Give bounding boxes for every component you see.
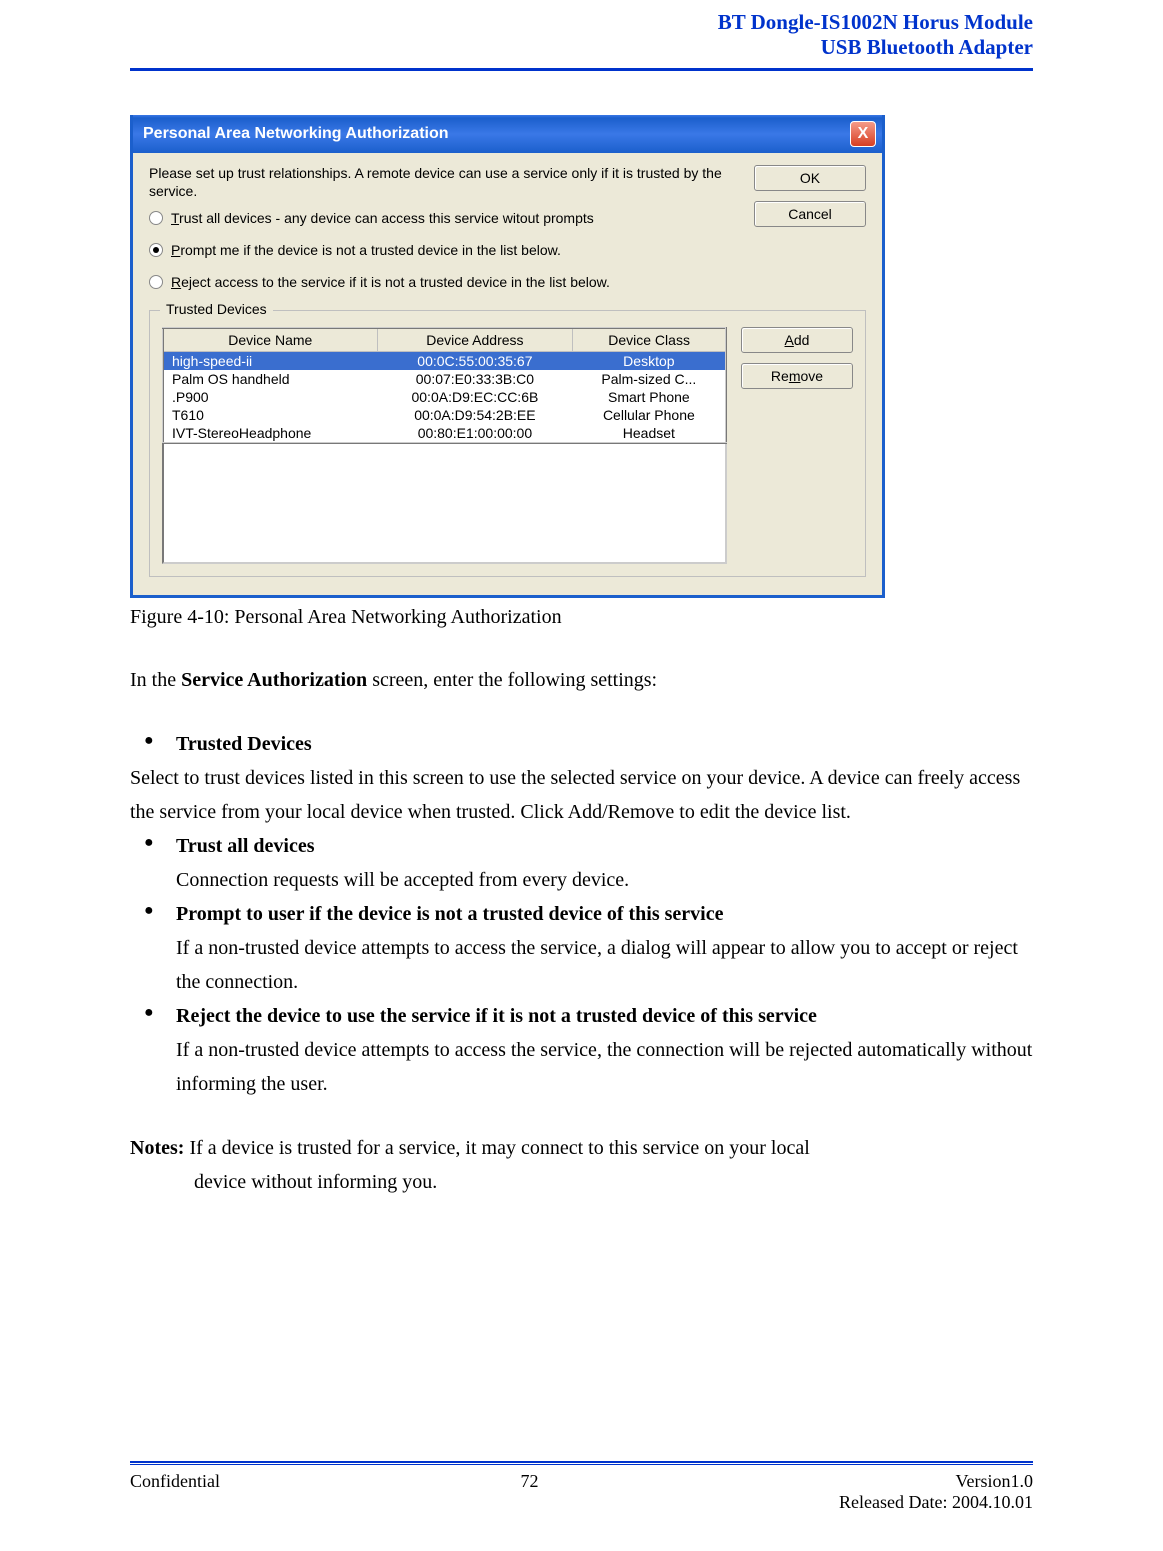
item-heading: Prompt to user if the device is not a tr… [176, 897, 1033, 931]
intro-prefix: In the [130, 669, 181, 691]
item-heading: Trusted Devices [176, 727, 1033, 761]
cancel-button[interactable]: Cancel [754, 201, 866, 227]
radio-prompt[interactable]: Prompt me if the device is not a trusted… [149, 242, 740, 258]
list-item: Trust all devices Connection requests wi… [130, 829, 1033, 897]
header-title: BT Dongle-IS1002N Horus Module USB Bluet… [130, 10, 1033, 60]
radio-icon [149, 211, 163, 225]
group-title: Trusted Devices [160, 301, 273, 317]
list-item: Reject the device to use the service if … [130, 999, 1033, 1101]
remove-button[interactable]: Remove [741, 363, 853, 389]
col-device-name[interactable]: Device Name [163, 328, 377, 352]
item-body: If a non-trusted device attempts to acce… [176, 937, 1018, 993]
radio-reject[interactable]: Reject access to the service if it is no… [149, 274, 740, 290]
radio-trust-all-label: rust all devices - any device can access… [179, 210, 594, 226]
dialog-titlebar[interactable]: Personal Area Networking Authorization X [133, 115, 882, 153]
trusted-devices-table[interactable]: Device Name Device Address Device Class … [162, 327, 727, 444]
cell-class: Desktop [573, 352, 726, 371]
table-row[interactable]: .P900 00:0A:D9:EC:CC:6B Smart Phone [163, 388, 726, 406]
header-line-2: USB Bluetooth Adapter [821, 35, 1033, 59]
radio-prompt-label: rompt me if the device is not a trusted … [180, 242, 561, 258]
page-footer: Confidential 72 Version1.0 Released Date… [130, 1461, 1033, 1513]
radio-icon [149, 275, 163, 289]
footer-divider [130, 1461, 1033, 1465]
radio-icon [149, 243, 163, 257]
cell-addr: 00:0C:55:00:35:67 [377, 352, 573, 371]
bullet-list: Trust all devices Connection requests wi… [130, 829, 1033, 1101]
pan-authorization-dialog: Personal Area Networking Authorization X… [130, 115, 885, 598]
header-line-1: BT Dongle-IS1002N Horus Module [718, 10, 1033, 34]
cell-class: Smart Phone [573, 388, 726, 406]
close-icon[interactable]: X [850, 121, 876, 147]
cell-class: Cellular Phone [573, 406, 726, 424]
intro-suffix: screen, enter the following settings: [367, 669, 657, 691]
table-row[interactable]: Palm OS handheld 00:07:E0:33:3B:C0 Palm-… [163, 370, 726, 388]
cell-name: IVT-StereoHeadphone [163, 424, 377, 443]
footer-version: Version1.0 [956, 1471, 1034, 1491]
item-heading: Trust all devices [176, 829, 1033, 863]
cell-addr: 00:0A:D9:EC:CC:6B [377, 388, 573, 406]
list-item: Trusted Devices [130, 727, 1033, 761]
item-body: If a non-trusted device attempts to acce… [176, 1039, 1032, 1095]
cell-addr: 00:0A:D9:54:2B:EE [377, 406, 573, 424]
bullet-list: Trusted Devices [130, 727, 1033, 761]
notes-body-line2: device without informing you. [194, 1165, 1033, 1199]
item-heading: Reject the device to use the service if … [176, 999, 1033, 1033]
cell-addr: 00:80:E1:00:00:00 [377, 424, 573, 443]
dialog-body: Please set up trust relationships. A rem… [133, 153, 882, 595]
notes-label: Notes: [130, 1137, 184, 1159]
cell-name: .P900 [163, 388, 377, 406]
table-row[interactable]: T610 00:0A:D9:54:2B:EE Cellular Phone [163, 406, 726, 424]
notes-paragraph: Notes: If a device is trusted for a serv… [130, 1131, 1033, 1199]
dialog-intro-text: Please set up trust relationships. A rem… [149, 165, 740, 200]
footer-confidential: Confidential [130, 1471, 220, 1513]
cell-class: Headset [573, 424, 726, 443]
list-item: Prompt to user if the device is not a tr… [130, 897, 1033, 999]
trusted-devices-group: Trusted Devices Device Name Device Addre… [149, 310, 866, 577]
ok-button[interactable]: OK [754, 165, 866, 191]
footer-page-number: 72 [521, 1471, 539, 1513]
footer-released: Released Date: 2004.10.01 [839, 1492, 1033, 1512]
table-empty-area[interactable] [162, 444, 727, 564]
dialog-title: Personal Area Networking Authorization [143, 125, 449, 143]
item1-body: Select to trust devices listed in this s… [130, 761, 1033, 829]
radio-trust-all[interactable]: Trust all devices - any device can acces… [149, 210, 740, 226]
item-body: Connection requests will be accepted fro… [176, 869, 629, 891]
cell-name: high-speed-ii [163, 352, 377, 371]
add-button[interactable]: Add [741, 327, 853, 353]
figure-caption: Figure 4-10: Personal Area Networking Au… [130, 606, 1033, 629]
header-divider [130, 68, 1033, 71]
intro-paragraph: In the Service Authorization screen, ent… [130, 663, 1033, 697]
table-header-row[interactable]: Device Name Device Address Device Class [163, 328, 726, 352]
notes-body-line1: If a device is trusted for a service, it… [184, 1137, 809, 1159]
intro-bold: Service Authorization [181, 669, 367, 691]
col-device-address[interactable]: Device Address [377, 328, 573, 352]
col-device-class[interactable]: Device Class [573, 328, 726, 352]
table-row[interactable]: IVT-StereoHeadphone 00:80:E1:00:00:00 He… [163, 424, 726, 443]
cell-name: T610 [163, 406, 377, 424]
radio-reject-label: eject access to the service if it is not… [181, 274, 610, 290]
cell-addr: 00:07:E0:33:3B:C0 [377, 370, 573, 388]
cell-name: Palm OS handheld [163, 370, 377, 388]
table-row[interactable]: high-speed-ii 00:0C:55:00:35:67 Desktop [163, 352, 726, 371]
cell-class: Palm-sized C... [573, 370, 726, 388]
